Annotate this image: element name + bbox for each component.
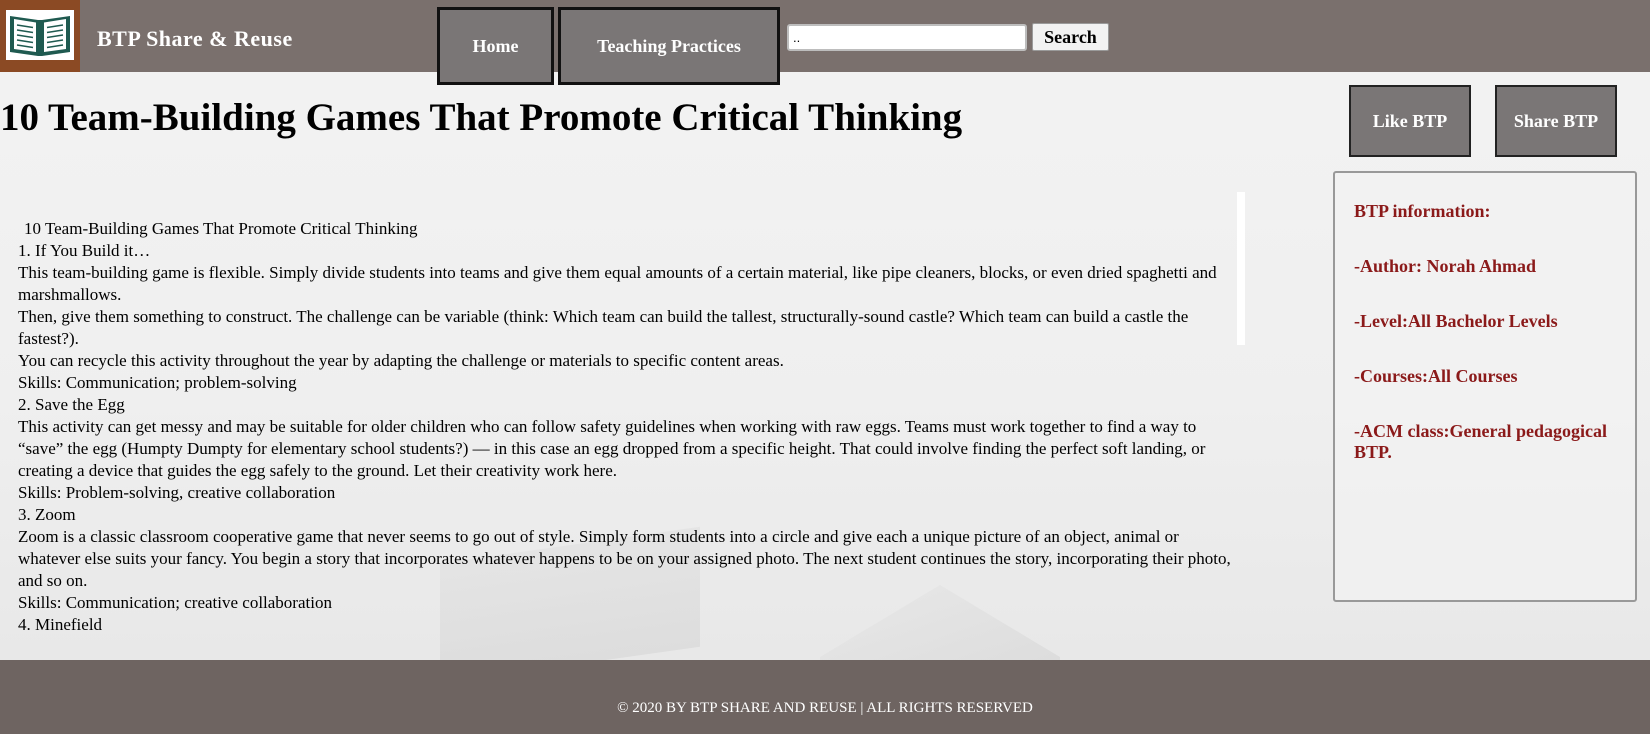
page-title: 10 Team-Building Games That Promote Crit… — [0, 96, 963, 139]
nav-teaching-practices-button[interactable]: Teaching Practices — [558, 7, 780, 85]
info-heading: BTP information: — [1354, 201, 1491, 221]
search-input[interactable] — [787, 24, 1027, 51]
skills-line: Skills: Problem-solving, creative collab… — [18, 483, 336, 502]
header-bar: BTP Share & Reuse Home Teaching Practice… — [0, 0, 1650, 85]
article-content: 10 Team-Building Games That Promote Crit… — [18, 218, 1236, 636]
info-courses: -Courses:All Courses — [1354, 366, 1518, 386]
paragraph: You can recycle this activity throughout… — [18, 351, 784, 370]
brand-name: BTP Share & Reuse — [97, 26, 293, 51]
share-button[interactable]: Share BTP — [1495, 85, 1617, 157]
section-heading: 1. If You Build it… — [18, 241, 151, 260]
content-scroll-strip — [1237, 192, 1245, 345]
skills-line: Skills: Communication; creative collabor… — [18, 593, 332, 612]
skills-line: Skills: Communication; problem-solving — [18, 373, 297, 392]
paragraph: Then, give them something to construct. … — [18, 307, 1189, 348]
paragraph: This team-building game is flexible. Sim… — [18, 263, 1217, 304]
info-acm-class: -ACM class:General pedagogical BTP. — [1354, 421, 1607, 462]
btp-info-panel: BTP information: -Author: Norah Ahmad -L… — [1333, 171, 1637, 602]
info-level: -Level:All Bachelor Levels — [1354, 311, 1558, 331]
copyright-text: © 2020 BY BTP SHARE AND REUSE | ALL RIGH… — [617, 700, 1033, 716]
book-icon — [6, 10, 74, 60]
nav-home-button[interactable]: Home — [437, 7, 554, 85]
section-heading: 3. Zoom — [18, 505, 76, 524]
logo[interactable] — [0, 0, 80, 72]
paragraph: This activity can get messy and may be s… — [18, 417, 1206, 480]
paragraph: Zoom is a classic classroom cooperative … — [18, 527, 1231, 590]
article-heading: 10 Team-Building Games That Promote Crit… — [24, 219, 418, 238]
section-heading: 2. Save the Egg — [18, 395, 125, 414]
info-author: -Author: Norah Ahmad — [1354, 256, 1537, 276]
search-button[interactable]: Search — [1032, 23, 1109, 51]
footer: © 2020 BY BTP SHARE AND REUSE | ALL RIGH… — [0, 660, 1650, 734]
like-button[interactable]: Like BTP — [1349, 85, 1471, 157]
section-heading: 4. Minefield — [18, 615, 103, 634]
